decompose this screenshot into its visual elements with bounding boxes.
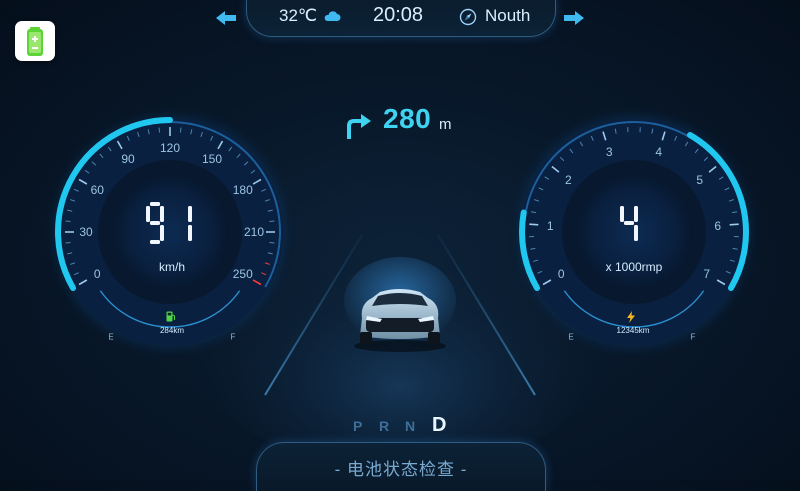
digit-segment xyxy=(634,206,638,222)
digit-segment xyxy=(634,225,638,241)
rpm-unit: x 1000rmp xyxy=(594,260,674,274)
tick-label: 6 xyxy=(714,219,721,233)
speed-gauge-full: F xyxy=(231,333,236,342)
lightning-icon xyxy=(626,311,636,323)
fuel-icon xyxy=(166,311,175,322)
tick-label: 0 xyxy=(558,267,565,281)
tick-label: 210 xyxy=(244,225,264,239)
battery-check-button[interactable]: - 电池状态检查 - xyxy=(256,442,546,491)
tick-label: 60 xyxy=(91,183,104,197)
tick-label: 250 xyxy=(233,267,253,281)
digit-segment xyxy=(188,225,192,241)
tick-label: 180 xyxy=(233,183,253,197)
speed-readout xyxy=(140,200,204,248)
digit-segment xyxy=(188,206,192,222)
odometer: 12345km xyxy=(606,326,660,335)
gauge-tick xyxy=(529,224,538,225)
tick-label: 1 xyxy=(547,219,554,233)
tick-label: 7 xyxy=(703,267,710,281)
tick-label: 2 xyxy=(565,173,572,187)
digit-segment xyxy=(150,240,160,244)
tick-label: 120 xyxy=(160,141,180,155)
tachometer xyxy=(0,0,800,480)
digit-segment xyxy=(620,206,624,222)
fuel-range: 284km xyxy=(150,326,194,335)
digit-segment xyxy=(146,206,150,222)
battery-check-label: - 电池状态检查 - xyxy=(257,455,545,480)
gear-n[interactable]: N xyxy=(405,418,415,434)
gauge-tick xyxy=(730,224,739,225)
rpm-readout xyxy=(612,200,652,248)
tick-label: 5 xyxy=(696,173,703,187)
speed-unit: km/h xyxy=(140,260,204,274)
tick-label: 150 xyxy=(202,152,222,166)
digit-segment xyxy=(150,202,160,206)
rpm-gauge-full: F xyxy=(691,333,696,342)
tick-label: 30 xyxy=(79,225,92,239)
speed-gauge-empty: E xyxy=(108,333,113,342)
digit-segment xyxy=(624,221,634,225)
tick-label: 3 xyxy=(606,145,613,159)
gear-p[interactable]: P xyxy=(353,418,362,434)
gear-d[interactable]: D xyxy=(432,414,446,437)
digit-segment xyxy=(150,221,160,225)
gear-r[interactable]: R xyxy=(379,418,389,434)
digit-segment xyxy=(160,206,164,222)
tick-label: 0 xyxy=(94,267,101,281)
car-image xyxy=(344,256,456,360)
tick-label: 90 xyxy=(121,152,134,166)
digit-segment xyxy=(160,225,164,241)
tick-label: 4 xyxy=(655,145,662,159)
rpm-gauge-empty: E xyxy=(568,333,573,342)
